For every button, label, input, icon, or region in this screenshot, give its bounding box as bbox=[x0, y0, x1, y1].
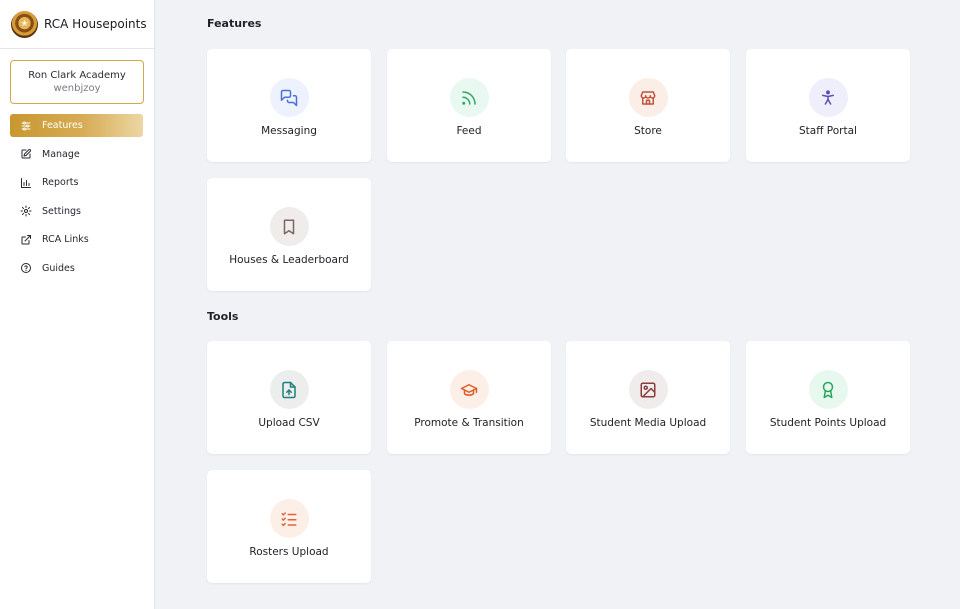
graduation-cap-icon bbox=[449, 370, 489, 409]
messages-icon bbox=[269, 78, 309, 117]
rss-icon bbox=[449, 78, 489, 117]
username: wenbjzoy bbox=[53, 83, 101, 94]
app-root: ★ RCA Housepoints Ron Clark Academy wenb… bbox=[0, 0, 960, 609]
sidebar-item-label: Guides bbox=[42, 262, 75, 274]
tool-card-student-points-upload[interactable]: Student Points Upload bbox=[746, 341, 910, 454]
tool-card-rosters-upload[interactable]: Rosters Upload bbox=[207, 470, 371, 583]
list-checks-icon bbox=[269, 499, 309, 538]
card-label: Promote & Transition bbox=[414, 417, 524, 429]
help-circle-icon bbox=[20, 262, 32, 274]
sidebar-item-reports[interactable]: Reports bbox=[10, 171, 143, 194]
sidebar-nav: Features Manage Reports Settings RCA Lin… bbox=[0, 114, 154, 280]
accessibility-icon bbox=[808, 78, 848, 117]
account-switcher[interactable]: Ron Clark Academy wenbjzoy bbox=[10, 60, 144, 104]
tool-card-student-media-upload[interactable]: Student Media Upload bbox=[566, 341, 730, 454]
edit-icon bbox=[20, 148, 32, 160]
sidebar-item-guides[interactable]: Guides bbox=[10, 257, 143, 280]
card-label: Upload CSV bbox=[258, 417, 320, 429]
file-upload-icon bbox=[269, 370, 309, 409]
card-label: Student Media Upload bbox=[589, 417, 707, 429]
logo: ★ bbox=[11, 10, 38, 38]
feature-card-store[interactable]: Store bbox=[566, 49, 730, 162]
sidebar-item-label: Reports bbox=[42, 177, 79, 188]
sidebar-item-rca-links[interactable]: RCA Links bbox=[10, 228, 143, 251]
app-title: RCA Housepoints bbox=[44, 17, 147, 31]
card-label: Staff Portal bbox=[799, 125, 857, 137]
school-name: Ron Clark Academy bbox=[28, 70, 126, 81]
tool-card-promote-transition[interactable]: Promote & Transition bbox=[387, 341, 551, 454]
external-link-icon bbox=[20, 234, 32, 246]
brand-header[interactable]: ★ RCA Housepoints bbox=[0, 0, 154, 49]
feature-card-feed[interactable]: Feed bbox=[387, 49, 551, 162]
sliders-icon bbox=[20, 120, 32, 132]
bookmark-icon bbox=[269, 207, 309, 246]
sidebar-item-features[interactable]: Features bbox=[10, 114, 143, 137]
tools-heading: Tools bbox=[207, 310, 239, 323]
gear-icon bbox=[20, 205, 32, 217]
card-label: Store bbox=[634, 125, 662, 137]
sidebar-item-settings[interactable]: Settings bbox=[10, 200, 143, 223]
sidebar-item-label: RCA Links bbox=[42, 234, 89, 245]
card-label: Student Points Upload bbox=[769, 417, 887, 429]
feature-card-messaging[interactable]: Messaging bbox=[207, 49, 371, 162]
card-label: Messaging bbox=[261, 125, 317, 137]
card-label: Houses & Leaderboard bbox=[229, 254, 349, 266]
store-icon bbox=[628, 78, 668, 117]
sidebar: ★ RCA Housepoints Ron Clark Academy wenb… bbox=[0, 0, 155, 609]
sidebar-item-label: Manage bbox=[42, 148, 80, 160]
image-icon bbox=[628, 370, 668, 409]
feature-card-staff-portal[interactable]: Staff Portal bbox=[746, 49, 910, 162]
bar-chart-icon bbox=[20, 177, 32, 189]
tool-card-upload-csv[interactable]: Upload CSV bbox=[207, 341, 371, 454]
sidebar-item-label: Features bbox=[42, 120, 83, 131]
features-heading: Features bbox=[207, 17, 262, 30]
card-label: Feed bbox=[456, 125, 482, 137]
award-icon bbox=[808, 370, 848, 409]
sidebar-item-manage[interactable]: Manage bbox=[10, 143, 143, 166]
sidebar-item-label: Settings bbox=[42, 205, 81, 217]
card-label: Rosters Upload bbox=[249, 546, 329, 558]
feature-card-houses-leaderboard[interactable]: Houses & Leaderboard bbox=[207, 178, 371, 291]
